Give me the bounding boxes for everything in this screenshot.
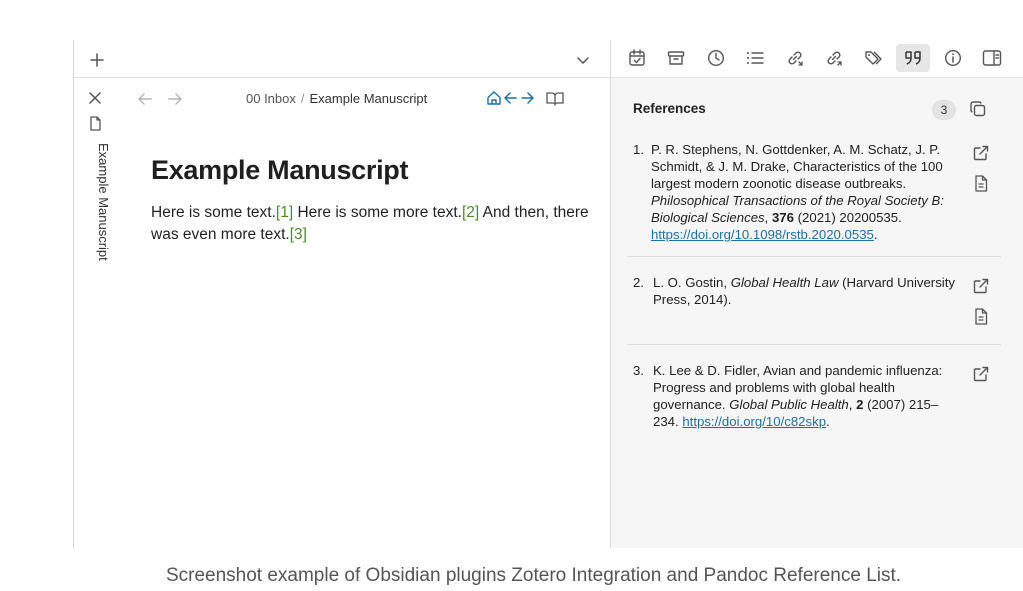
reference-comma: ,: [848, 397, 857, 412]
vertical-tab-strip: Example Manuscript: [74, 78, 118, 548]
file-icon: [87, 114, 103, 132]
home-icon[interactable]: [485, 89, 503, 107]
reference-text: K. Lee & D. Fidler, Avian and pandemic i…: [653, 362, 957, 430]
body-text: Here is some text.: [151, 204, 276, 221]
tab-bar: [74, 40, 610, 78]
reference-item: 1. P. R. Stephens, N. Gottdenker, A. M. …: [633, 141, 957, 243]
document-icon[interactable]: [971, 173, 991, 193]
reference-list-pane: References 3 1. P. R. Stephens, N. Gottd…: [611, 40, 1023, 548]
reference-separator: [627, 256, 1001, 257]
citation-marker[interactable]: [3]: [290, 226, 307, 243]
clock-icon[interactable]: [699, 44, 733, 72]
reference-journal: Global Public Health: [729, 397, 849, 412]
reference-separator: [627, 344, 1001, 345]
archive-icon[interactable]: [659, 44, 693, 72]
reference-number: 3.: [633, 363, 644, 378]
arrow-left-icon[interactable]: [502, 89, 518, 107]
document-icon[interactable]: [971, 306, 991, 326]
breadcrumb: 00 Inbox / Example Manuscript: [246, 91, 427, 106]
reference-number: 1.: [633, 142, 644, 157]
view-header: 00 Inbox / Example Manuscript: [118, 78, 655, 120]
editor-pane: Example Manuscript 00 Inbox / Example Manu…: [74, 40, 655, 548]
link-out-icon[interactable]: [817, 44, 851, 72]
reference-count-badge: 3: [932, 100, 956, 120]
reference-book-title: Global Health Law: [730, 275, 839, 290]
document-body[interactable]: Here is some text.[1] Here is some more …: [151, 202, 591, 246]
breadcrumb-folder[interactable]: 00 Inbox: [246, 91, 296, 106]
arrow-right-icon[interactable]: [519, 89, 535, 107]
citation-marker[interactable]: [1]: [276, 204, 293, 221]
link-in-icon[interactable]: [778, 44, 812, 72]
book-open-icon[interactable]: [545, 89, 565, 107]
reference-end: .: [873, 227, 878, 242]
external-link-icon[interactable]: [971, 364, 991, 384]
document-title: Example Manuscript: [151, 155, 409, 185]
reference-item: 3. K. Lee & D. Fidler, Avian and pandemi…: [633, 362, 957, 432]
list-icon[interactable]: [738, 44, 772, 72]
external-link-icon[interactable]: [971, 143, 991, 163]
close-icon[interactable]: [87, 90, 103, 106]
info-icon[interactable]: [936, 44, 970, 72]
reference-end: .: [826, 414, 830, 429]
vertical-tab-label[interactable]: Example Manuscript: [83, 140, 111, 264]
reference-text: P. R. Stephens, N. Gottdenker, A. M. Sch…: [651, 141, 957, 243]
obsidian-window: Example Manuscript 00 Inbox / Example Manu…: [73, 40, 1023, 548]
arrow-right-icon[interactable]: [166, 90, 184, 108]
reference-comma: ,: [764, 210, 772, 225]
reference-doi-link[interactable]: https://doi.org/10/c82skp: [682, 414, 826, 429]
plus-icon[interactable]: [88, 51, 106, 69]
reference-authors: P. R. Stephens, N. Gottdenker, A. M. Sch…: [651, 142, 943, 191]
reference-text: L. O. Gostin, Global Health Law (Harvard…: [653, 274, 957, 308]
citation-marker[interactable]: [2]: [462, 204, 479, 221]
external-link-icon[interactable]: [971, 276, 991, 296]
reference-item: 2. L. O. Gostin, Global Health Law (Harv…: [633, 274, 957, 314]
reference-author: L. O. Gostin,: [653, 275, 731, 290]
calendar-check-icon[interactable]: [620, 44, 654, 72]
figure-caption: Screenshot example of Obsidian plugins Z…: [165, 565, 902, 586]
chevron-down-icon[interactable]: [574, 51, 592, 69]
arrow-left-icon[interactable]: [136, 90, 154, 108]
breadcrumb-separator: /: [300, 91, 305, 106]
body-text: Here is some more text.: [293, 204, 462, 221]
reference-number: 2.: [633, 275, 644, 290]
reference-volume: 376: [771, 210, 794, 225]
sidebar-right-icon[interactable]: [975, 44, 1009, 72]
breadcrumb-file[interactable]: Example Manuscript: [310, 91, 428, 106]
copy-icon[interactable]: [967, 98, 989, 120]
quote-icon[interactable]: [896, 44, 930, 72]
reference-details: (2021) 20200535.: [793, 210, 902, 225]
tags-icon[interactable]: [857, 44, 891, 72]
reference-doi-link[interactable]: https://doi.org/10.1098/rstb.2020.0535: [651, 227, 874, 242]
references-heading: References: [633, 101, 706, 116]
sidebar-toolbar: [611, 40, 1023, 78]
